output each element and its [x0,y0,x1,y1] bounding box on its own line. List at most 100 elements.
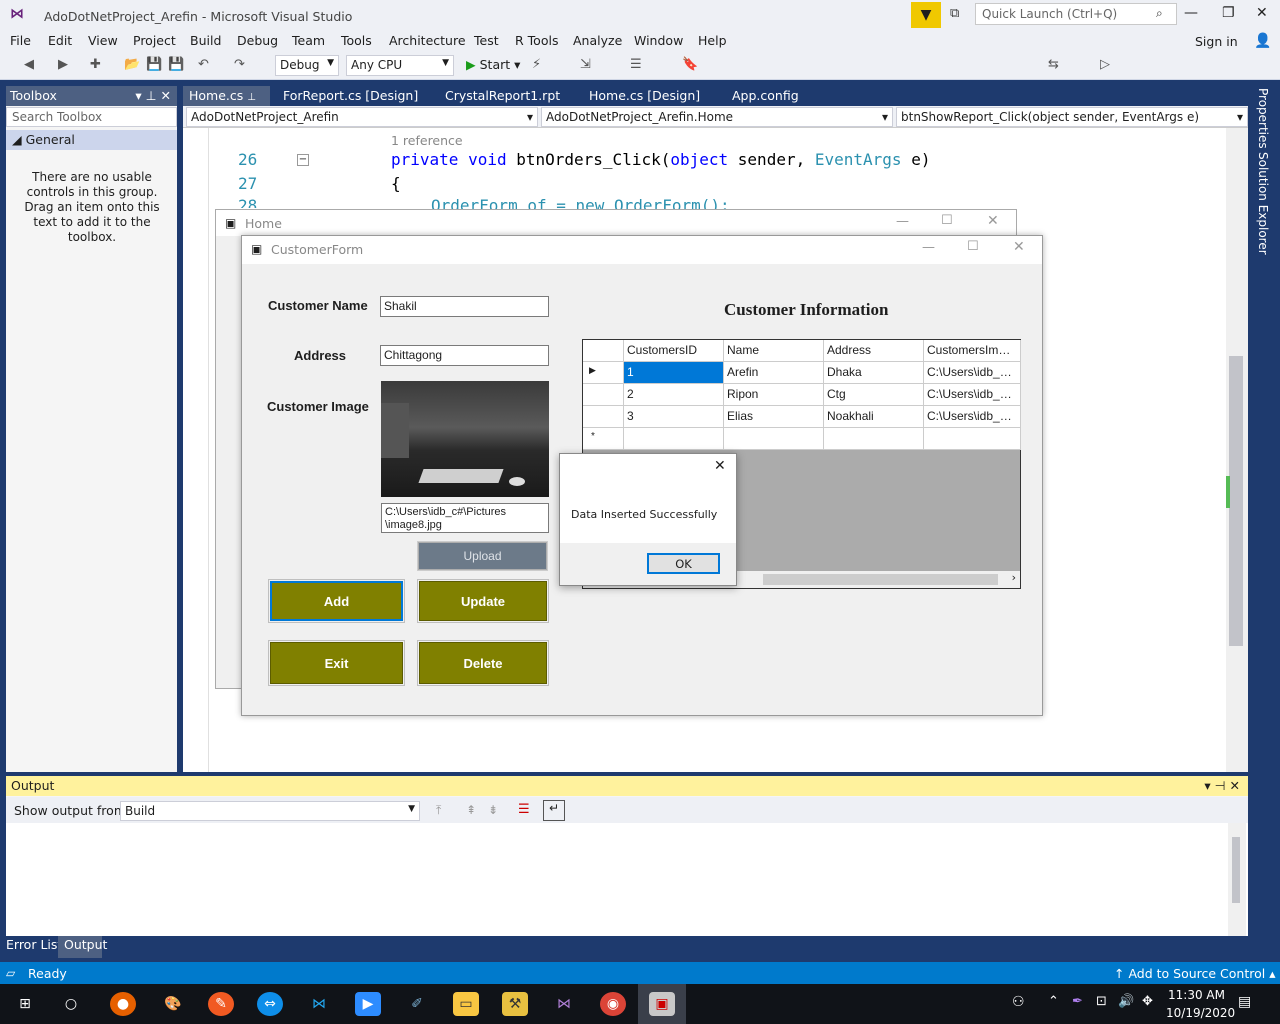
menu-project[interactable]: Project [133,33,176,48]
column-header[interactable]: Address [824,340,924,362]
step-icon[interactable]: ⇲ [580,57,591,72]
menu-r-tools[interactable]: R Tools [515,33,558,48]
table-cell[interactable]: Dhaka [824,362,924,384]
word-wrap-icon[interactable]: ↵ [543,800,565,821]
dropbox-icon[interactable]: ✥ [1142,994,1153,1009]
table-cell[interactable]: 1 [624,362,724,384]
visual-studio-icon[interactable]: ⋈ [551,992,577,1016]
table-cell[interactable]: Ripon [724,384,824,406]
back-icon[interactable]: ◀ [24,57,34,72]
toolbox-group-general[interactable]: ◢ General [6,130,177,150]
codelens-reference[interactable]: 1 reference [391,133,463,148]
add-button[interactable]: Add [268,579,405,623]
pin-icon[interactable]: ▾ ⊥ ✕ [135,88,171,103]
table-cell[interactable]: C:\Users\idb_c#... [924,362,1021,384]
table-cell[interactable]: C:\Users\idb_c#... [924,384,1021,406]
bookmark-icon[interactable]: 🔖 [682,57,698,72]
save-all-icon[interactable]: 💾 [168,57,184,72]
toolbox-search-input[interactable]: Search Toolbox [6,107,177,127]
tab-forreport-design[interactable]: ForReport.cs [Design] [277,86,424,106]
new-row-cell[interactable] [624,428,724,450]
table-cell[interactable]: Ctg [824,384,924,406]
menu-window[interactable]: Window [634,33,683,48]
menu-file[interactable]: File [10,33,31,48]
table-cell[interactable]: 2 [624,384,724,406]
collapse-icon[interactable]: − [297,154,309,166]
search-icon[interactable]: ○ [58,992,84,1016]
member-dropdown[interactable]: btnShowReport_Click(object sender, Event… [896,107,1248,127]
row-header[interactable] [583,406,624,428]
forward-icon[interactable]: ▶ [58,57,68,72]
customer-minimize-icon[interactable]: — [922,240,935,255]
source-control-button[interactable]: ↑ Add to Source Control ▴ [1114,966,1276,981]
menu-architecture[interactable]: Architecture [389,33,466,48]
notification-filter-icon[interactable]: ▼ [911,2,941,28]
message-close-icon[interactable]: ✕ [714,458,726,474]
new-row-indicator-icon[interactable]: * [583,428,624,450]
sublime-icon[interactable]: ✎ [208,992,234,1016]
quick-launch-input[interactable]: Quick Launch (Ctrl+Q) [975,3,1177,25]
close-icon[interactable]: ✕ [1256,5,1268,21]
new-row-cell[interactable] [824,428,924,450]
clock-date[interactable]: 10/19/2020 [1166,1006,1235,1020]
file-explorer-icon[interactable]: ▭ [453,992,479,1016]
tab-home-design[interactable]: Home.cs [Design] [583,86,706,106]
table-cell[interactable]: Elias [724,406,824,428]
upload-button[interactable]: Upload [417,541,548,571]
restore-icon[interactable]: ❐ [1222,5,1235,21]
column-header[interactable]: CustomersImage [924,340,1021,362]
tab-output[interactable]: Output [64,937,107,952]
platform-select[interactable]: Any CPU ▼ [346,55,454,76]
volume-icon[interactable]: 🔊 [1118,994,1134,1009]
new-project-icon[interactable]: ✚ [90,57,101,72]
clock-time[interactable]: 11:30 AM [1168,988,1225,1002]
image-path-input[interactable]: C:\Users\idb_c#\Pictures \image8.jpg [381,503,549,533]
menu-view[interactable]: View [88,33,118,48]
scroll-right-icon[interactable]: › [1012,571,1016,584]
new-row-cell[interactable] [924,428,1021,450]
next-message-icon[interactable]: ⇟ [488,803,498,817]
table-cell[interactable]: C:\Users\idb_c#... [924,406,1021,428]
minimize-icon[interactable]: — [1184,5,1198,21]
tab-solution-explorer[interactable]: Solution Explorer [1256,152,1270,255]
firefox-icon[interactable]: ● [110,992,136,1016]
menu-edit[interactable]: Edit [48,33,72,48]
tab-crystalreport[interactable]: CrystalReport1.rpt [439,86,566,106]
tab-home-cs[interactable]: Home.cs ⊥ ✕ [183,86,270,118]
grid-scroll-thumb[interactable] [763,574,998,585]
row-header[interactable] [583,384,624,406]
menu-tools[interactable]: Tools [341,33,372,48]
play-icon[interactable]: ▷ [1100,57,1110,72]
prev-message-icon[interactable]: ⇞ [466,803,476,817]
output-window-controls-icon[interactable]: ▾ ⊣ ✕ [1204,778,1240,793]
notifications-icon[interactable]: ▤ [1238,994,1251,1010]
home-minimize-icon[interactable]: — [896,214,909,229]
sync-icon[interactable]: ⇆ [1048,57,1059,72]
table-cell[interactable]: Noakhali [824,406,924,428]
account-icon[interactable]: 👤 [1254,33,1271,49]
feedback-icon[interactable]: ⧉ [950,6,959,21]
update-button[interactable]: Update [417,579,549,623]
notepad-icon[interactable]: ✐ [404,992,430,1016]
table-cell[interactable]: Arefin [724,362,824,384]
new-row-cell[interactable] [724,428,824,450]
tab-properties[interactable]: Properties [1256,88,1270,149]
zoom-icon[interactable]: ▶ [355,992,381,1016]
menu-help[interactable]: Help [698,33,727,48]
winforms-app-icon[interactable]: ▣ [649,992,675,1016]
project-dropdown[interactable]: AdoDotNetProject_Arefin ▾ [186,107,538,127]
vscode-icon[interactable]: ⋈ [306,992,332,1016]
column-header[interactable]: CustomersID [624,340,724,362]
customer-name-input[interactable]: Shakil [380,296,549,317]
windows-start-icon[interactable]: ⊞ [12,992,38,1016]
clear-all-icon[interactable]: ☰ [518,802,530,817]
exit-button[interactable]: Exit [268,640,405,686]
configuration-select[interactable]: Debug ▼ [275,55,339,76]
chrome-icon[interactable]: ◉ [600,992,626,1016]
menu-analyze[interactable]: Analyze [573,33,622,48]
paint-icon[interactable]: 🎨 [160,992,186,1016]
people-icon[interactable]: ⚇ [1012,994,1025,1010]
find-message-icon[interactable]: ⤒ [436,803,441,818]
menu-team[interactable]: Team [292,33,325,48]
class-dropdown[interactable]: AdoDotNetProject_Arefin.Home ▾ [541,107,893,127]
